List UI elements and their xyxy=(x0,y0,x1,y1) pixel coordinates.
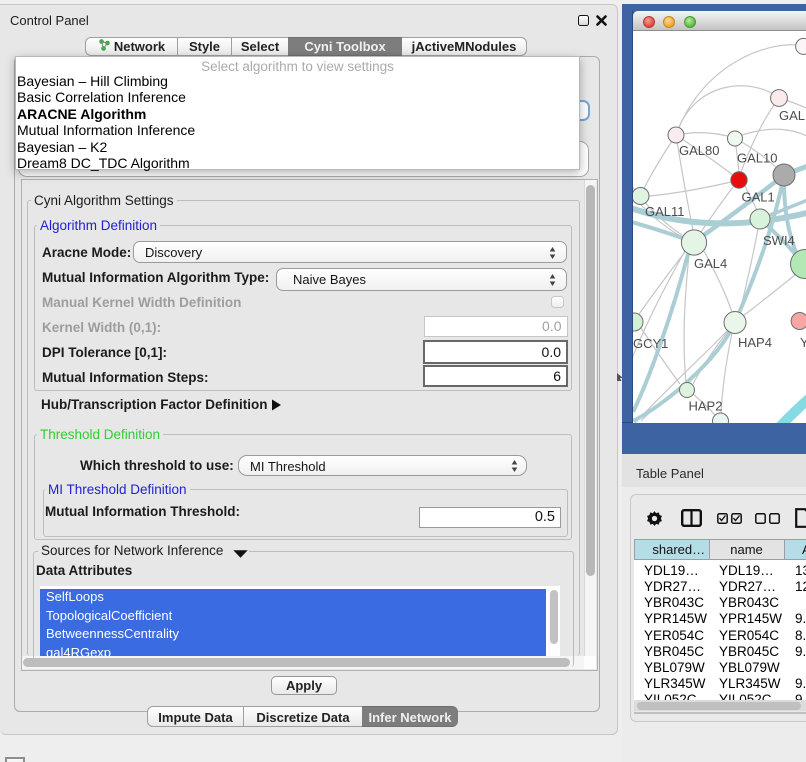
svg-text:SWI4: SWI4 xyxy=(763,233,795,248)
svg-text:GAL10: GAL10 xyxy=(737,151,777,166)
svg-text:GAL: GAL xyxy=(779,108,805,123)
svg-text:GAL1: GAL1 xyxy=(742,190,775,205)
svg-text:HAP2: HAP2 xyxy=(689,399,723,414)
svg-text:GAL80: GAL80 xyxy=(679,143,719,158)
svg-text:GCY1: GCY1 xyxy=(633,336,668,351)
svg-text:GAL11: GAL11 xyxy=(645,204,685,219)
svg-text:GAL4: GAL4 xyxy=(694,256,727,271)
svg-text:HAP4: HAP4 xyxy=(738,335,772,350)
svg-text:Y: Y xyxy=(800,335,806,350)
